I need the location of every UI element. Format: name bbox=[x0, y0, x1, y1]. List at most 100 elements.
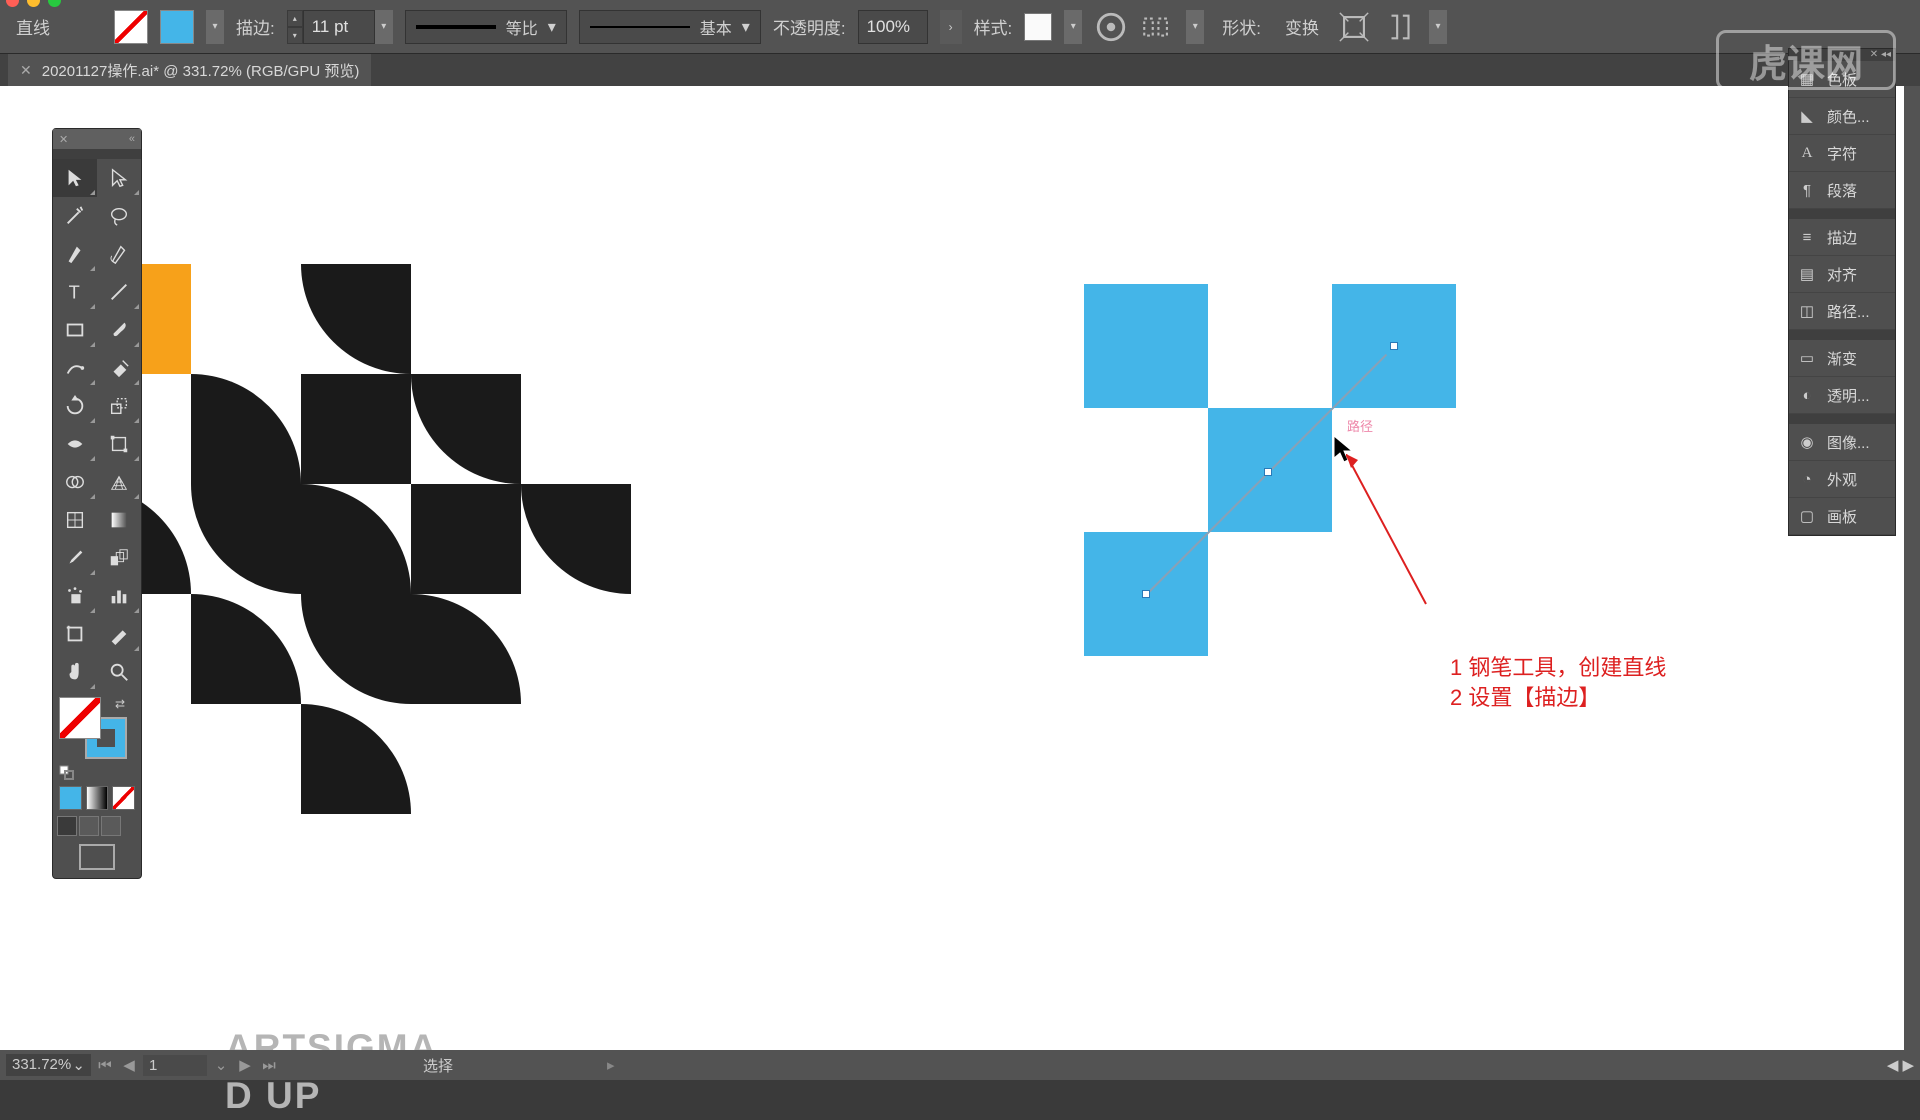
eraser-tool[interactable] bbox=[97, 349, 141, 387]
isolate-icon[interactable] bbox=[1337, 10, 1371, 44]
swatch-dropdown[interactable]: ▾ bbox=[206, 10, 224, 44]
panel-separator bbox=[1789, 414, 1895, 424]
symbol-sprayer-tool[interactable] bbox=[53, 577, 97, 615]
mesh-tool[interactable] bbox=[53, 501, 97, 539]
stroke-weight-stepper[interactable]: ▴▾ bbox=[287, 10, 303, 44]
maximize-window[interactable] bbox=[48, 0, 61, 7]
panel-color[interactable]: ◣颜色... bbox=[1789, 98, 1895, 135]
swap-fill-stroke-icon[interactable]: ⇄ bbox=[115, 697, 125, 711]
shape-label[interactable]: 形状: bbox=[1216, 14, 1267, 39]
vertical-scrollbar[interactable] bbox=[1904, 86, 1920, 1050]
canvas[interactable]: 路径 1 钢笔工具，创建直线 2 设置【描边】 ARTSIGMA D UP bbox=[0, 86, 1904, 1050]
align-dropdown[interactable]: ▾ bbox=[1186, 10, 1204, 44]
draw-normal[interactable] bbox=[57, 816, 77, 836]
panel-align[interactable]: ▤对齐 bbox=[1789, 256, 1895, 293]
status-scroll-right[interactable]: ◀▶ bbox=[1887, 1056, 1914, 1074]
document-title: 20201127操作.ai* @ 331.72% (RGB/GPU 预览) bbox=[42, 60, 360, 81]
zoom-tool[interactable] bbox=[97, 653, 141, 691]
scroll-marker: ▸ bbox=[607, 1056, 615, 1074]
stroke-profile-select[interactable]: 等比 ▾ bbox=[405, 10, 567, 44]
rotate-tool[interactable] bbox=[53, 387, 97, 425]
options-icon[interactable] bbox=[1383, 10, 1417, 44]
close-window[interactable] bbox=[6, 0, 19, 7]
selection-tool[interactable] bbox=[53, 159, 97, 197]
right-panels: ✕ ◂◂ ▦色板 ◣颜色... A字符 ¶段落 ≡描边 ▤对齐 ◫路径... ▭… bbox=[1788, 48, 1896, 536]
default-fs[interactable] bbox=[53, 765, 141, 786]
last-artboard-btn[interactable]: ⏭ bbox=[259, 1057, 279, 1074]
panel-appearance[interactable]: ◔外观 bbox=[1789, 461, 1895, 498]
anchor-point[interactable] bbox=[1264, 468, 1272, 476]
panel-paragraph[interactable]: ¶段落 bbox=[1789, 172, 1895, 209]
anchor-point[interactable] bbox=[1390, 342, 1398, 350]
color-mode-none[interactable] bbox=[112, 786, 135, 810]
fill-color-swatch[interactable] bbox=[114, 10, 148, 44]
artboard-number[interactable]: 1 bbox=[143, 1055, 207, 1076]
document-tab[interactable]: ✕ 20201127操作.ai* @ 331.72% (RGB/GPU 预览) bbox=[8, 54, 371, 86]
options-dropdown[interactable]: ▾ bbox=[1429, 10, 1447, 44]
shape-builder-tool[interactable] bbox=[53, 463, 97, 501]
blue-square[interactable] bbox=[1084, 284, 1208, 408]
minimize-window[interactable] bbox=[27, 0, 40, 7]
slice-tool[interactable] bbox=[97, 615, 141, 653]
perspective-grid-tool[interactable] bbox=[97, 463, 141, 501]
draw-behind[interactable] bbox=[79, 816, 99, 836]
direct-selection-tool[interactable] bbox=[97, 159, 141, 197]
color-mode-gradient[interactable] bbox=[86, 786, 109, 810]
logo-shape bbox=[191, 594, 301, 704]
style-dropdown[interactable]: ▾ bbox=[1064, 10, 1082, 44]
panel-gradient[interactable]: ▭渐变 bbox=[1789, 340, 1895, 377]
screen-mode-button[interactable] bbox=[79, 844, 115, 870]
artboard-tool[interactable] bbox=[53, 615, 97, 653]
first-artboard-btn[interactable]: ⏮ bbox=[95, 1057, 115, 1074]
color-mode-solid[interactable] bbox=[59, 786, 82, 810]
stroke-color-swatch[interactable] bbox=[160, 10, 194, 44]
align-icon[interactable] bbox=[1140, 10, 1174, 44]
paintbrush-tool[interactable] bbox=[97, 311, 141, 349]
draw-inside[interactable] bbox=[101, 816, 121, 836]
width-tool[interactable] bbox=[53, 425, 97, 463]
opacity-value[interactable]: 100% bbox=[858, 10, 928, 44]
curvature-tool[interactable] bbox=[97, 235, 141, 273]
type-tool[interactable]: T bbox=[53, 273, 97, 311]
zoom-value[interactable]: 331.72%⌄ bbox=[6, 1054, 91, 1076]
hand-tool[interactable] bbox=[53, 653, 97, 691]
scale-tool[interactable] bbox=[97, 387, 141, 425]
prev-artboard-btn[interactable]: ◀ bbox=[119, 1056, 139, 1074]
lasso-tool[interactable] bbox=[97, 197, 141, 235]
free-transform-tool[interactable] bbox=[97, 425, 141, 463]
panel-artboards[interactable]: ▢画板 bbox=[1789, 498, 1895, 535]
stroke-weight-dropdown[interactable]: ▾ bbox=[375, 10, 393, 44]
close-icon: ✕ bbox=[59, 133, 68, 146]
stroke-weight-value[interactable]: 11 pt bbox=[303, 10, 375, 44]
anchor-point[interactable] bbox=[1142, 590, 1150, 598]
column-graph-tool[interactable] bbox=[97, 577, 141, 615]
rectangle-tool[interactable] bbox=[53, 311, 97, 349]
stroke-weight-input[interactable]: ▴▾ 11 pt ▾ bbox=[287, 10, 393, 44]
recolor-icon[interactable] bbox=[1094, 10, 1128, 44]
gradient-tool[interactable] bbox=[97, 501, 141, 539]
panel-stroke[interactable]: ≡描边 bbox=[1789, 219, 1895, 256]
eyedropper-tool[interactable] bbox=[53, 539, 97, 577]
style-swatch[interactable] bbox=[1024, 13, 1052, 41]
current-tool-label: 直线 bbox=[16, 14, 50, 39]
annotation-arrow bbox=[1346, 454, 1446, 629]
panel-image[interactable]: ◉图像... bbox=[1789, 424, 1895, 461]
artboard-dropdown[interactable]: ⌄ bbox=[211, 1056, 231, 1074]
next-artboard-btn[interactable]: ▶ bbox=[235, 1056, 255, 1074]
opacity-dropdown[interactable]: › bbox=[940, 10, 962, 44]
toolbox-grip[interactable] bbox=[53, 149, 141, 159]
fill-indicator[interactable] bbox=[59, 697, 101, 739]
paragraph-icon: ¶ bbox=[1797, 180, 1817, 200]
panel-character[interactable]: A字符 bbox=[1789, 135, 1895, 172]
magic-wand-tool[interactable] bbox=[53, 197, 97, 235]
toolbox-header[interactable]: ✕ « bbox=[53, 129, 141, 149]
panel-pathfinder[interactable]: ◫路径... bbox=[1789, 293, 1895, 330]
brush-select[interactable]: 基本 ▾ bbox=[579, 10, 761, 44]
pen-tool[interactable] bbox=[53, 235, 97, 273]
close-tab-icon[interactable]: ✕ bbox=[20, 62, 32, 79]
panel-transparency[interactable]: ◐透明... bbox=[1789, 377, 1895, 414]
blend-tool[interactable] bbox=[97, 539, 141, 577]
line-tool[interactable] bbox=[97, 273, 141, 311]
transform-label[interactable]: 变换 bbox=[1279, 14, 1325, 39]
shaper-tool[interactable] bbox=[53, 349, 97, 387]
